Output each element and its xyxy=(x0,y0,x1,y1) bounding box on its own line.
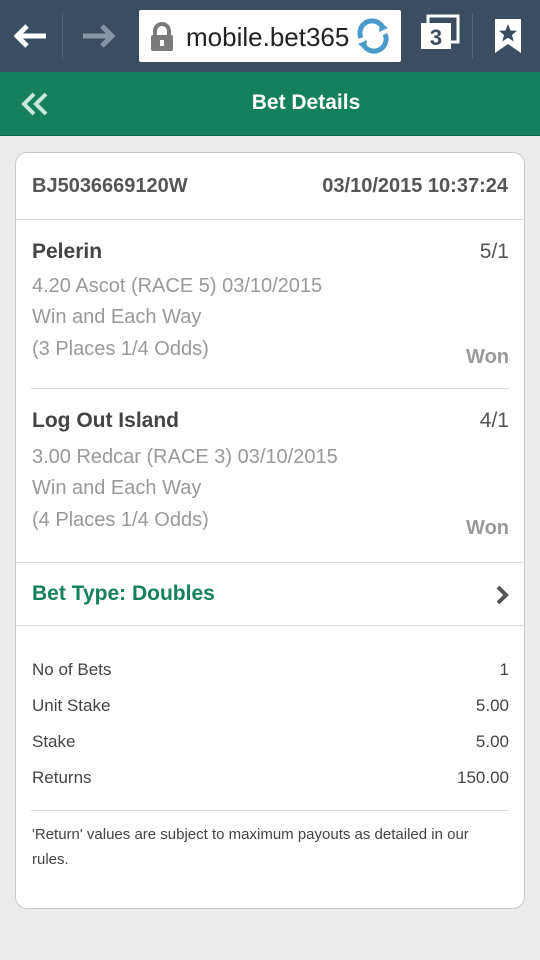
selection-name: Log Out Island xyxy=(32,409,179,432)
summary-value: 5.00 xyxy=(475,696,509,715)
selection-result: Won xyxy=(466,517,509,539)
bet-type-label: Bet Type: Doubles xyxy=(32,582,215,605)
browser-forward-button[interactable] xyxy=(63,0,133,72)
selection-item: Log Out Island 4/1 3.00 Redcar (RACE 3) … xyxy=(31,389,509,562)
selection-race: 3.00 Redcar (RACE 3) 03/10/2015 xyxy=(32,446,338,468)
summary-row: Stake 5.00 xyxy=(31,732,509,756)
tab-count: 3 xyxy=(430,25,442,50)
selection-item: Pelerin 5/1 4.20 Ascot (RACE 5) 03/10/20… xyxy=(31,220,509,389)
summary-label: Stake xyxy=(32,732,76,751)
divider xyxy=(31,810,509,811)
address-bar[interactable]: mobile.bet365.com xyxy=(139,10,401,62)
summary-value: 150.00 xyxy=(457,768,509,787)
bet-type-row[interactable]: Bet Type: Doubles xyxy=(16,562,524,626)
bet-reference: BJ5036669120W xyxy=(32,175,188,197)
selection-result: Won xyxy=(466,346,509,368)
bookmark-star-icon xyxy=(495,19,521,53)
tabs-button[interactable]: 3 xyxy=(418,14,462,57)
url-text: mobile.bet365.com xyxy=(186,22,350,52)
app-header: Bet Details xyxy=(0,72,540,136)
arrow-right-icon xyxy=(83,24,115,48)
selection-race: 4.20 Ascot (RACE 5) 03/10/2015 xyxy=(32,275,323,297)
toolbar-divider xyxy=(472,13,473,59)
reload-icon[interactable] xyxy=(353,18,393,54)
returns-disclaimer: 'Return' values are subject to maximum p… xyxy=(32,826,469,868)
summary-label: No of Bets xyxy=(32,660,112,679)
summary-label: Unit Stake xyxy=(32,696,111,715)
bet-header: BJ5036669120W 03/10/2015 10:37:24 xyxy=(16,153,524,220)
selection-odds: 4/1 xyxy=(479,409,509,432)
selection-name: Pelerin xyxy=(32,240,103,263)
selection-market: Win and Each Way xyxy=(32,306,202,328)
summary-row: Unit Stake 5.00 xyxy=(31,696,509,720)
tabs-icon: 3 xyxy=(421,14,460,50)
browser-back-button[interactable] xyxy=(0,0,62,72)
page-title: Bet Details xyxy=(251,91,361,114)
selection-terms: (4 Places 1/4 Odds) xyxy=(32,509,209,531)
bookmark-button[interactable] xyxy=(494,18,522,59)
selection-terms: (3 Places 1/4 Odds) xyxy=(32,338,209,360)
summary-value: 1 xyxy=(499,660,509,679)
chevron-right-icon xyxy=(496,585,509,605)
bet-datetime: 03/10/2015 10:37:24 xyxy=(322,175,508,197)
summary-row: Returns 150.00 xyxy=(31,768,509,792)
bet-details-card: BJ5036669120W 03/10/2015 10:37:24 Peleri… xyxy=(15,152,525,909)
browser-toolbar: mobile.bet365.com 3 xyxy=(0,0,540,72)
lock-icon xyxy=(151,22,173,51)
selection-odds: 5/1 xyxy=(479,240,509,263)
selection-market: Win and Each Way xyxy=(32,477,202,499)
arrow-left-icon xyxy=(14,24,46,48)
summary-label: Returns xyxy=(32,768,92,787)
summary-value: 5.00 xyxy=(475,732,509,751)
summary-row: No of Bets 1 xyxy=(31,660,509,684)
